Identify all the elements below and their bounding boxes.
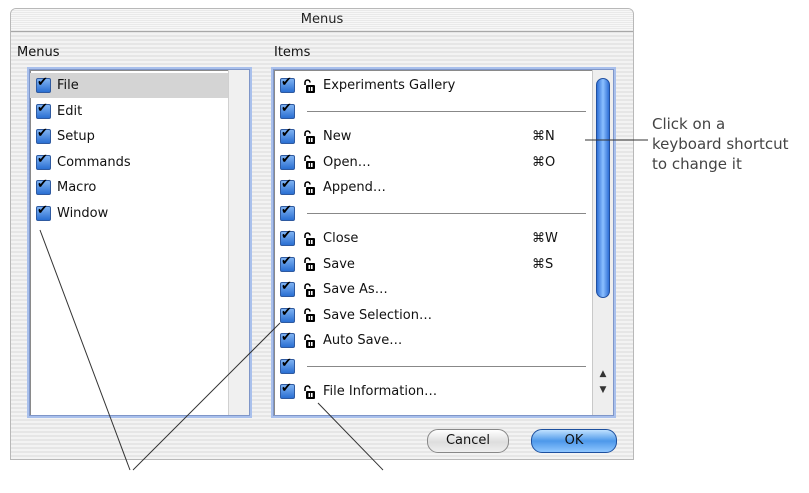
lock-pointer bbox=[317, 402, 384, 471]
annotation-lines bbox=[39, 139, 648, 471]
items-checkbox-pointer bbox=[132, 322, 281, 471]
menus-checkbox-pointer bbox=[39, 229, 131, 471]
